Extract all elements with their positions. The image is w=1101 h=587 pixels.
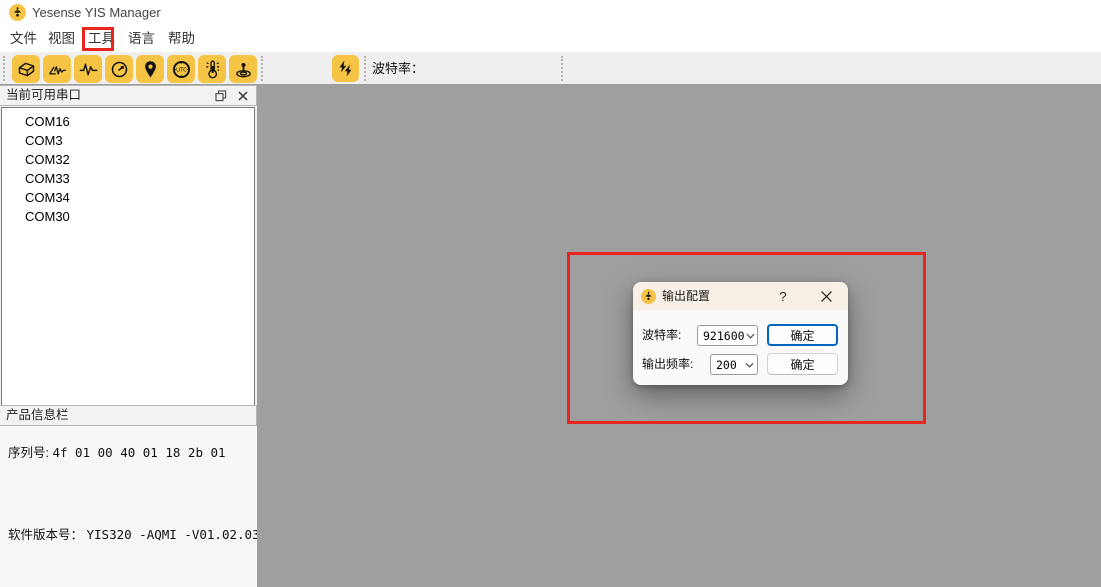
dialog-title-bar: 输出配置 ?	[633, 282, 848, 310]
float-panel-button[interactable]	[212, 88, 230, 104]
app-logo-icon	[9, 4, 26, 21]
refresh-ports-button[interactable]	[332, 55, 359, 82]
toolbar-button-signal-pulse[interactable]	[74, 55, 102, 83]
info-panel-title: 产品信息栏	[6, 406, 69, 425]
chevron-down-icon	[742, 362, 757, 368]
toolbar-button-attitude-wave[interactable]	[43, 55, 71, 83]
toolbar-button-temperature[interactable]	[198, 55, 226, 83]
output-config-dialog: 输出配置 ? 波特率: 921600 确定 输出频率: 200 确定	[633, 282, 848, 385]
toolbar-drag-handle[interactable]	[364, 56, 366, 81]
close-panel-button[interactable]	[234, 88, 252, 104]
port-list-item[interactable]: COM30	[2, 207, 254, 226]
port-list-item[interactable]: COM16	[2, 112, 254, 131]
toolbar-button-utc-time[interactable]: UTC	[167, 55, 195, 83]
toolbar-button-location[interactable]	[136, 55, 164, 83]
serial-number-label: 序列号:	[8, 446, 49, 460]
close-icon	[238, 91, 248, 101]
left-dock-panel: 当前可用串口 COM16 COM3 COM32 COM33 COM34 COM3…	[0, 85, 257, 587]
port-list-item[interactable]: COM33	[2, 169, 254, 188]
thermometer-icon	[202, 59, 223, 80]
menu-language[interactable]: 语言	[128, 26, 155, 52]
signal-pulse-icon	[78, 59, 99, 80]
dialog-baud-select[interactable]: 921600	[697, 325, 758, 346]
software-version-line: 软件版本号： YIS320 -AQMI -V01.02.03;	[8, 524, 267, 543]
refresh-bolt-icon	[336, 59, 355, 78]
port-list-item[interactable]: COM34	[2, 188, 254, 207]
menu-view[interactable]: 视图	[48, 26, 75, 52]
float-panel-icon	[215, 90, 227, 102]
toolbar-button-joystick[interactable]	[229, 55, 257, 83]
software-version-value: YIS320 -AQMI -V01.02.03;	[87, 527, 268, 542]
chevron-down-icon	[745, 333, 757, 339]
dialog-title: 输出配置	[662, 282, 710, 310]
dialog-baud-ok-button[interactable]: 确定	[767, 324, 838, 346]
baud-rate-label: 波特率：	[372, 52, 424, 85]
toolbar-drag-handle[interactable]	[3, 56, 5, 81]
menu-bar: 文件 视图 工具 语言 帮助	[0, 26, 1101, 52]
menu-help[interactable]: 帮助	[168, 26, 195, 52]
attitude-waveform-icon	[47, 59, 68, 80]
serial-number-value: 4f 01 00 40 01 18 2b 01	[52, 445, 225, 460]
title-bar: Yesense YIS Manager	[0, 0, 1101, 26]
svg-text:UTC: UTC	[176, 67, 187, 73]
toolbar-drag-handle[interactable]	[261, 56, 263, 81]
dialog-rate-label: 输出频率:	[642, 354, 693, 375]
toolbar-drag-handle[interactable]	[561, 56, 563, 81]
ports-panel-title: 当前可用串口	[6, 86, 81, 105]
dialog-rate-ok-button[interactable]: 确定	[767, 353, 838, 375]
location-pin-icon	[140, 59, 161, 80]
dialog-baud-value: 921600	[698, 329, 745, 343]
dialog-rate-value: 200	[711, 358, 742, 372]
toolbar: UTC COM16	[0, 52, 1101, 85]
close-icon	[821, 291, 832, 302]
box-3d-icon	[16, 59, 37, 80]
info-panel-header: 产品信息栏	[0, 405, 257, 426]
port-list-item[interactable]: COM32	[2, 150, 254, 169]
joystick-icon	[233, 59, 254, 80]
menu-tools[interactable]: 工具	[88, 26, 115, 52]
port-list-item[interactable]: COM3	[2, 131, 254, 150]
serial-number-line: 序列号: 4f 01 00 40 01 18 2b 01	[8, 442, 226, 461]
menu-file[interactable]: 文件	[10, 26, 37, 52]
gauge-icon	[109, 59, 130, 80]
dialog-help-button[interactable]: ?	[771, 285, 795, 307]
dialog-logo-icon	[641, 289, 656, 304]
ports-panel-header: 当前可用串口	[0, 85, 257, 106]
app-window: Yesense YIS Manager 文件 视图 工具 语言 帮助	[0, 0, 1101, 587]
toolbar-button-3d-view[interactable]	[12, 55, 40, 83]
software-version-label: 软件版本号：	[8, 528, 83, 542]
dialog-rate-select[interactable]: 200	[710, 354, 758, 375]
window-title: Yesense YIS Manager	[32, 0, 161, 26]
utc-clock-icon: UTC	[171, 59, 192, 80]
dialog-close-button[interactable]	[814, 285, 838, 307]
toolbar-button-gauge[interactable]	[105, 55, 133, 83]
product-info-body: 序列号: 4f 01 00 40 01 18 2b 01 软件版本号： YIS3…	[0, 426, 257, 587]
dialog-baud-label: 波特率:	[642, 325, 681, 346]
